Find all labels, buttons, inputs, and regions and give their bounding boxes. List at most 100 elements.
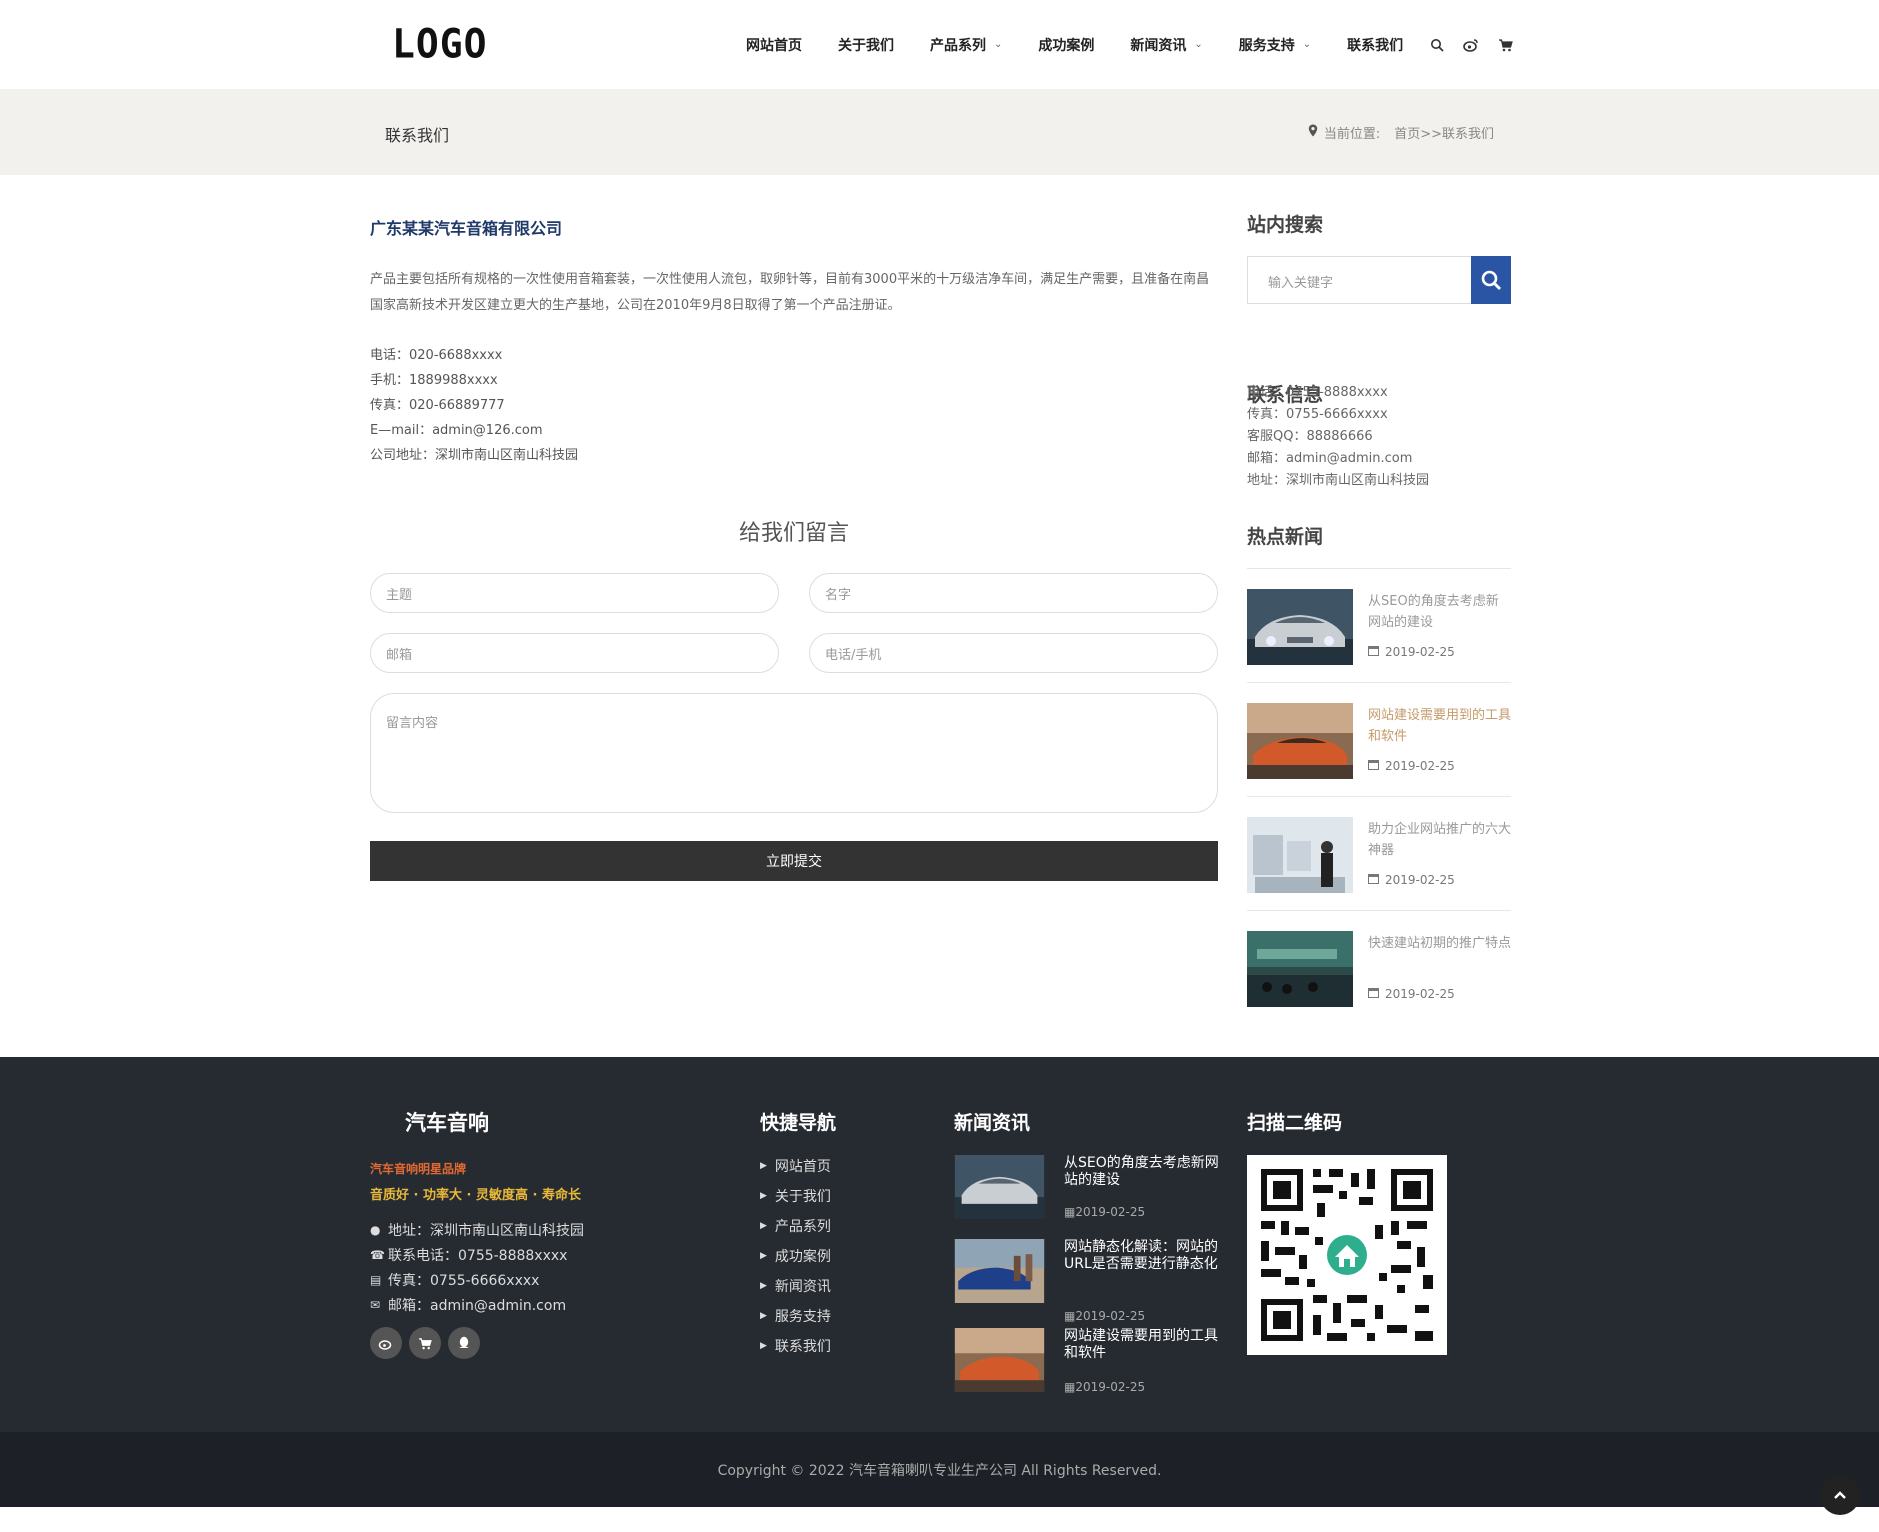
- chevron-up-icon: [1834, 1491, 1846, 1499]
- calendar-icon: [1368, 873, 1379, 887]
- company-name: 广东某某汽车音箱有限公司: [370, 219, 563, 238]
- news-date-text: 2019-02-25: [1075, 1309, 1146, 1323]
- footer-news-item[interactable]: 网站建设需要用到的工具和软件 ▦ 2019-02-25: [954, 1328, 1219, 1418]
- main-nav: 网站首页 关于我们 产品系列 ⌄ 成功案例 新闻资讯 ⌄ 服务支持 ⌄ 联系我们: [746, 0, 1531, 89]
- quick-nav-item[interactable]: ▶ 服务支持: [760, 1301, 831, 1331]
- breadcrumb-path[interactable]: 首页>>联系我们: [1394, 123, 1494, 142]
- qq-icon[interactable]: [448, 1327, 480, 1359]
- nav-label: 网站首页: [746, 37, 802, 54]
- news-date-text: 2019-02-25: [1075, 1380, 1146, 1394]
- footer-contact-list: ● 地址：深圳市南山区南山科技园 ☎ 联系电话：0755-8888xxxx ▤ 传真：…: [370, 1217, 584, 1317]
- hot-news-item[interactable]: 从SEO的角度去考虑新网站的建设 2019-02-25: [1247, 569, 1511, 683]
- weibo-icon[interactable]: [1463, 37, 1479, 53]
- quick-nav-list: ▶ 网站首页 ▶ 关于我们 ▶ 产品系列 ▶ 成功案例 ▶ 新闻资讯 ▶ 服务支持 ▶ 联系我…: [760, 1151, 831, 1361]
- nav-item-home[interactable]: 网站首页: [746, 35, 802, 55]
- chevron-down-icon: ⌄: [994, 39, 1003, 50]
- quick-nav-item[interactable]: ▶ 产品系列: [760, 1211, 831, 1241]
- search-input[interactable]: 输入关键字: [1247, 256, 1511, 304]
- calendar-icon: [1368, 759, 1379, 773]
- company-intro: 产品主要包括所有规格的一次性使用音箱套装，一次性使用人流包，取卵针等，目前有30…: [370, 272, 1210, 313]
- contact-phone: 电话：020-6688xxxx: [370, 348, 503, 363]
- site-logo[interactable]: LOGO: [392, 21, 488, 67]
- nav-item-about[interactable]: 关于我们: [838, 35, 894, 55]
- weibo-icon[interactable]: [370, 1327, 402, 1359]
- copyright-text: Copyright © 2022 汽车音箱喇叭专业生产公司 All Rights…: [717, 1463, 1162, 1479]
- hot-news-item[interactable]: 助力企业网站推广的六大神器 2019-02-25: [1247, 797, 1511, 911]
- search-icon: [1481, 270, 1502, 291]
- breadcrumb-label: 当前位置:: [1323, 127, 1381, 142]
- quick-nav-item[interactable]: ▶ 新闻资讯: [760, 1271, 831, 1301]
- phone-input[interactable]: 电话/手机: [809, 633, 1218, 673]
- site-header: LOGO 网站首页 关于我们 产品系列 ⌄ 成功案例 新闻资讯 ⌄ 服务支持 ⌄ 联系…: [0, 0, 1879, 89]
- quick-nav-item[interactable]: ▶ 关于我们: [760, 1181, 831, 1211]
- footer-slogan: 音质好 · 功率大 · 灵敏度高 · 寿命长: [370, 1188, 581, 1203]
- sidebar: 站内搜索 输入关键字 联系信息 电话：0755-8888xxxx 传真：0755…: [1247, 210, 1511, 1007]
- calendar-icon: ▦: [1064, 1309, 1076, 1323]
- nav-label: 服务支持: [1238, 37, 1295, 54]
- name-input[interactable]: 名字: [809, 573, 1218, 613]
- social-links: [370, 1327, 487, 1359]
- message-placeholder: 留言内容: [386, 716, 439, 731]
- nav-item-service[interactable]: 服务支持 ⌄: [1239, 35, 1311, 55]
- news-thumbnail[interactable]: [954, 1155, 1045, 1219]
- footer-news-item[interactable]: 网站静态化解读：网站的URL是否需要进行静态化 ▦ 2019-02-25: [954, 1239, 1219, 1339]
- search-placeholder: 输入关键字: [1268, 276, 1334, 291]
- news-thumbnail[interactable]: [1247, 703, 1353, 779]
- sidebar-contact-item: 邮箱：admin@admin.com: [1247, 451, 1413, 466]
- news-thumbnail[interactable]: [954, 1328, 1045, 1392]
- nav-item-news[interactable]: 新闻资讯 ⌄: [1130, 35, 1202, 55]
- news-date: 2019-02-25: [1368, 873, 1455, 887]
- quick-nav-item[interactable]: ▶ 网站首页: [760, 1151, 831, 1181]
- news-thumbnail[interactable]: [1247, 931, 1353, 1007]
- hot-news-item[interactable]: 快速建站初期的推广特点 2019-02-25: [1247, 911, 1511, 1025]
- news-thumbnail[interactable]: [954, 1239, 1045, 1303]
- calendar-icon: [1368, 987, 1379, 1001]
- quick-nav-item[interactable]: ▶ 成功案例: [760, 1241, 831, 1271]
- nav-item-products[interactable]: 产品系列 ⌄: [930, 35, 1002, 55]
- phone-placeholder: 电话/手机: [825, 647, 882, 663]
- location-pin-icon: [1308, 124, 1318, 141]
- footer-news-item[interactable]: 从SEO的角度去考虑新网站的建设 ▦ 2019-02-25: [954, 1155, 1219, 1235]
- back-to-top-button[interactable]: [1820, 1475, 1860, 1515]
- footer-fax: ▤ 传真：0755-6666xxxx: [370, 1267, 584, 1292]
- news-title[interactable]: 助力企业网站推广的六大神器: [1368, 819, 1511, 861]
- footer-news-title-text[interactable]: 从SEO的角度去考虑新网站的建设: [1064, 1155, 1219, 1189]
- hot-news-item[interactable]: 网站建设需要用到的工具和软件 2019-02-25: [1247, 683, 1511, 797]
- nav-item-contact[interactable]: 联系我们: [1347, 35, 1403, 55]
- page-title: 联系我们: [385, 126, 450, 145]
- sidebar-contact-item: 电话：0755-8888xxxx: [1247, 385, 1388, 400]
- news-thumbnail[interactable]: [1247, 589, 1353, 665]
- quick-nav-label: 关于我们: [774, 1189, 831, 1205]
- message-textarea[interactable]: 留言内容: [370, 693, 1218, 813]
- quick-nav-label: 联系我们: [774, 1339, 831, 1355]
- nav-item-cases[interactable]: 成功案例: [1038, 35, 1094, 55]
- sidebar-contact-item: 传真：0755-6666xxxx: [1247, 407, 1388, 422]
- caret-right-icon: ▶: [760, 1161, 767, 1171]
- breadcrumb: 当前位置: 首页>>联系我们: [1308, 123, 1494, 142]
- phone-icon: ☎: [370, 1247, 385, 1262]
- quick-nav-item[interactable]: ▶ 联系我们: [760, 1331, 831, 1361]
- news-title[interactable]: 快速建站初期的推广特点: [1368, 933, 1511, 954]
- footer-news-title-text[interactable]: 网站静态化解读：网站的URL是否需要进行静态化: [1064, 1239, 1219, 1273]
- quick-nav-label: 新闻资讯: [774, 1279, 831, 1295]
- search-icon[interactable]: [1429, 37, 1445, 53]
- cart-icon[interactable]: [409, 1327, 441, 1359]
- search-button[interactable]: [1471, 256, 1511, 304]
- news-thumbnail[interactable]: [1247, 817, 1353, 893]
- message-form-title: 给我们留言: [738, 521, 849, 546]
- qr-code: [1247, 1155, 1447, 1355]
- sidebar-contact-item: 客服QQ：88886666: [1247, 429, 1373, 444]
- footer-brand: 汽车音响: [405, 1111, 489, 1135]
- sidebar-contact-item: 地址：深圳市南山区南山科技园: [1247, 473, 1430, 488]
- subject-input[interactable]: 主题: [370, 573, 779, 613]
- footer-address: ● 地址：深圳市南山区南山科技园: [370, 1217, 584, 1242]
- email-input[interactable]: 邮箱: [370, 633, 779, 673]
- cart-icon[interactable]: [1497, 37, 1513, 53]
- footer-news-title-text[interactable]: 网站建设需要用到的工具和软件: [1064, 1328, 1219, 1362]
- news-title[interactable]: 从SEO的角度去考虑新网站的建设: [1368, 591, 1511, 633]
- quick-nav-label: 服务支持: [774, 1309, 831, 1325]
- nav-label: 联系我们: [1347, 37, 1404, 54]
- news-title[interactable]: 网站建设需要用到的工具和软件: [1368, 705, 1511, 747]
- submit-button[interactable]: 立即提交: [370, 841, 1218, 881]
- nav-label: 成功案例: [1038, 37, 1095, 54]
